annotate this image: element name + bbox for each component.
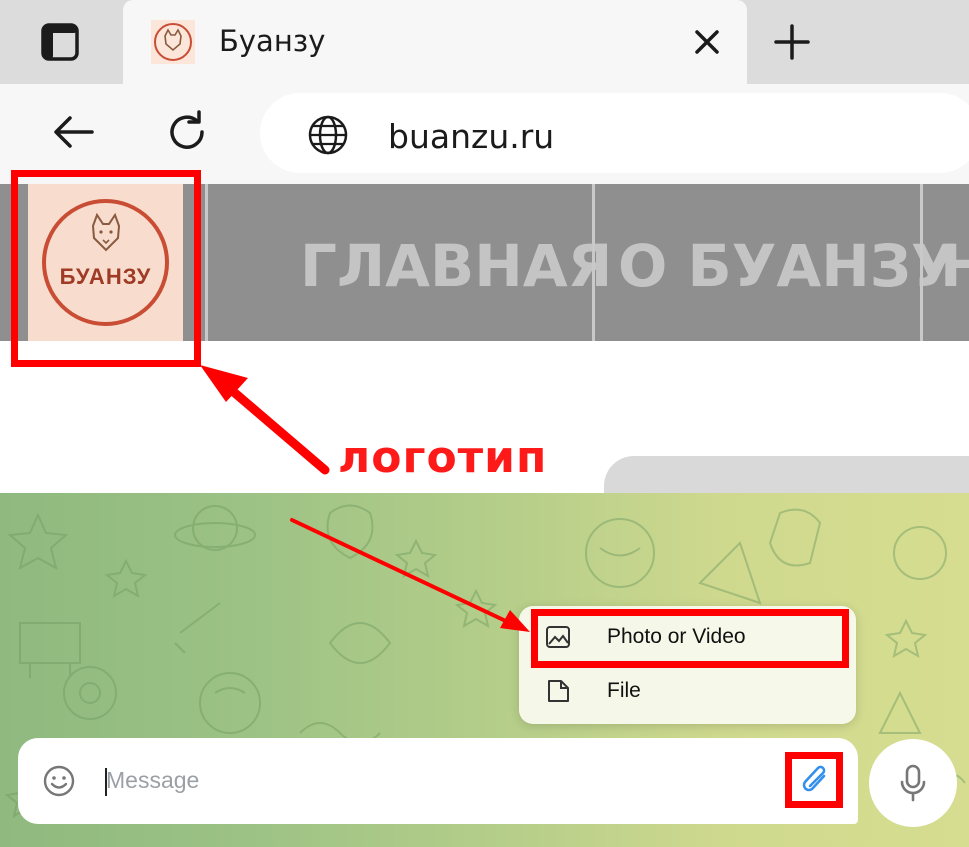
- arrow-to-photo-video: [290, 518, 514, 626]
- arrow-head-photo-video: [500, 610, 530, 632]
- arrow-to-logo: [217, 377, 330, 475]
- annotation-arrows: [200, 365, 530, 632]
